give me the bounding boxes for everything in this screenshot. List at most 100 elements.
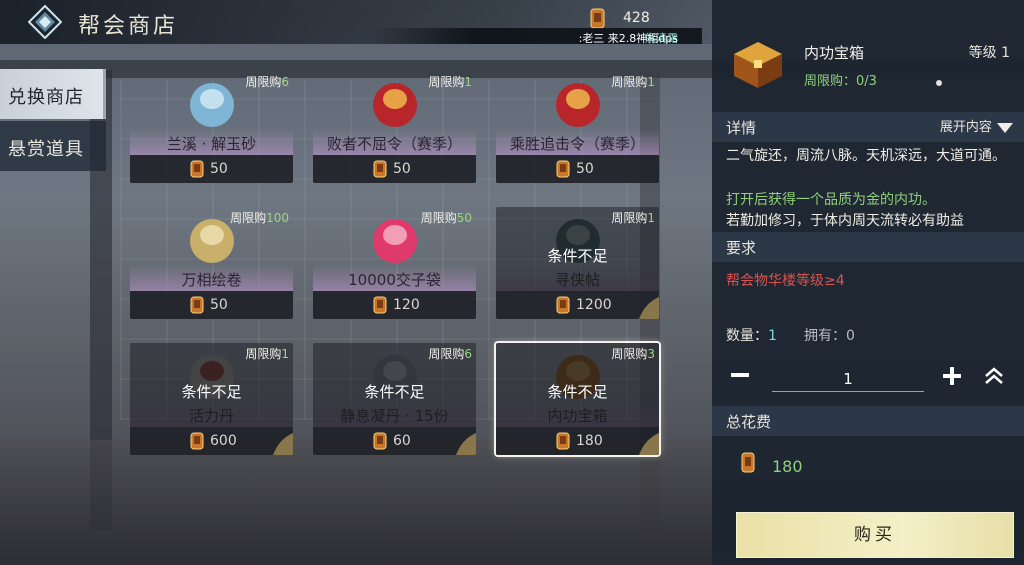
- weekly-limit-label: 周限购: [230, 211, 267, 225]
- weekly-limit: 周限购1: [611, 73, 655, 90]
- corner-ornament-icon: [639, 297, 659, 319]
- item-price: 50: [576, 161, 594, 177]
- shop-item-card[interactable]: 活力丹 条件不足 周限购1 600: [130, 343, 293, 455]
- shop-item-card[interactable]: 内功宝箱 条件不足 周限购3 180: [494, 341, 661, 457]
- weekly-limit-count: 1: [281, 347, 289, 361]
- indicator-dot: [936, 80, 942, 86]
- item-name: 万相绘卷: [130, 265, 293, 291]
- item-name: 10000交子袋: [313, 265, 476, 291]
- detail-item-name: 内功宝箱: [804, 44, 865, 62]
- shop-item-card[interactable]: 万相绘卷 周限购100 50: [130, 207, 293, 319]
- increase-button[interactable]: [938, 364, 966, 392]
- item-price: 50: [393, 161, 411, 177]
- locked-label: 条件不足: [547, 383, 608, 401]
- price-bar: 50: [130, 291, 293, 319]
- currency-token-icon: [190, 160, 204, 178]
- weekly-limit-count: 50: [456, 211, 472, 225]
- max-quantity-button[interactable]: [982, 364, 1010, 392]
- currency-token-icon: [373, 296, 387, 314]
- weekly-limit-label: 周限购: [420, 211, 457, 225]
- weekly-limit: 周限购1: [611, 209, 655, 226]
- currency-token-icon: [190, 432, 204, 450]
- item-name: 乘胜追击令（赛季）: [496, 129, 659, 155]
- item-price: 1200: [576, 297, 612, 313]
- weekly-limit-count: 6: [464, 347, 472, 361]
- expand-content-label: 展开内容: [939, 120, 992, 135]
- weekly-limit: 周限购6: [245, 73, 289, 90]
- weekly-limit: 周限购1: [245, 345, 289, 362]
- corner-ornament-icon: [456, 433, 476, 455]
- treasure-chest-icon: [734, 42, 782, 88]
- weekly-limit-count: 100: [266, 211, 289, 225]
- chevron-down-icon: [997, 122, 1013, 133]
- double-chevron-up-icon: [985, 367, 1003, 384]
- marquee-text: :老三 来2.8神相dps: [578, 32, 678, 45]
- detail-item-level: 等级 1: [968, 45, 1010, 61]
- item-price: 120: [393, 297, 420, 313]
- item-price: 180: [576, 433, 603, 449]
- weekly-limit: 周限购100: [230, 209, 289, 226]
- weekly-limit-count: 1: [647, 211, 655, 225]
- detail-effect: 打开后获得一个品质为金的内功。: [726, 192, 936, 208]
- weekly-limit-label: 周限购: [245, 347, 282, 361]
- currency-token-icon: [556, 432, 570, 450]
- item-price: 600: [210, 433, 237, 449]
- decrease-button[interactable]: [726, 364, 754, 392]
- diamond-logo-icon[interactable]: [28, 5, 62, 39]
- currency-token-icon: [190, 296, 204, 314]
- quantity-label: 数量：1: [726, 325, 777, 345]
- quantity-input[interactable]: [772, 366, 924, 392]
- weekly-limit-label: 周限购: [428, 75, 465, 89]
- minus-icon: [731, 373, 749, 377]
- weekly-limit-label: 周限购: [611, 347, 648, 361]
- requirement-text: 帮会物华楼等级≥4: [726, 273, 845, 289]
- shop-item-card[interactable]: 10000交子袋 周限购50 120: [313, 207, 476, 319]
- weekly-limit: 周限购3: [611, 345, 655, 362]
- item-name: 败者不屈令（赛季）: [313, 129, 476, 155]
- tab-exchange-shop[interactable]: 兑换商店: [0, 69, 106, 119]
- weekly-limit-label: 周限购: [611, 211, 648, 225]
- currency-value: 428: [623, 10, 650, 26]
- shop-item-card[interactable]: 乘胜追击令（赛季） 周限购1 50: [496, 71, 659, 183]
- locked-label: 条件不足: [547, 247, 608, 265]
- owned-count: 拥有：0: [804, 328, 855, 344]
- weekly-limit-label: 周限购: [428, 347, 465, 361]
- top-bar: 帮会商店 428 解清霜:老三 来2.8神相dps: [0, 0, 712, 45]
- shop-item-card[interactable]: 败者不屈令（赛季） 周限购1 50: [313, 71, 476, 183]
- detail-description: 二气旋还，周流八脉。天机深远，大道可通。: [726, 148, 1006, 164]
- shop-item-card[interactable]: 静息凝丹 · 15份 条件不足 周限购6 60: [313, 343, 476, 455]
- price-bar: 120: [313, 291, 476, 319]
- page-title: 帮会商店: [78, 14, 179, 39]
- weekly-limit-label: 周限购: [245, 75, 282, 89]
- section-total-title: 总花费: [726, 413, 772, 431]
- item-price: 50: [210, 297, 228, 313]
- section-require-header: 要求: [712, 232, 1024, 262]
- weekly-limit: 周限购1: [428, 73, 472, 90]
- weekly-limit: 周限购6: [428, 345, 472, 362]
- corner-ornament-icon: [639, 433, 659, 455]
- price-bar: 50: [313, 155, 476, 183]
- currency-token-icon: [373, 160, 387, 178]
- corner-ornament-icon: [273, 433, 293, 455]
- tab-bounty-items[interactable]: 悬赏道具: [0, 121, 106, 171]
- expand-content-button[interactable]: 展开内容: [940, 116, 1014, 135]
- quantity-value: 1: [768, 328, 777, 344]
- shop-item-card[interactable]: 兰溪 · 解玉砂 周限购6 50: [130, 71, 293, 183]
- shop-item-card[interactable]: 寻侠帖 条件不足 周限购1 1200: [496, 207, 659, 319]
- buy-button[interactable]: 购买: [736, 512, 1014, 558]
- price-bar: 50: [496, 155, 659, 183]
- currency-token-icon: [556, 296, 570, 314]
- item-detail-panel: 内功宝箱 等级 1 周限购：0/3 详情 展开内容 二气旋还，周流八脉。天机深远…: [712, 0, 1024, 565]
- chat-marquee: 解清霜:老三 来2.8神相dps: [372, 28, 702, 45]
- weekly-limit-count: 1: [464, 75, 472, 89]
- detail-weekly-limit: 周限购：0/3: [804, 74, 877, 89]
- item-price: 60: [393, 433, 411, 449]
- currency-display: 428: [585, 4, 675, 29]
- item-name: 兰溪 · 解玉砂: [130, 129, 293, 155]
- weekly-limit-label: 周限购: [611, 75, 648, 89]
- quantity-caption: 数量：: [726, 328, 768, 344]
- weekly-limit-count: 3: [647, 347, 655, 361]
- weekly-limit-count: 1: [647, 75, 655, 89]
- weekly-limit: 周限购50: [421, 209, 472, 226]
- section-require-title: 要求: [726, 239, 757, 257]
